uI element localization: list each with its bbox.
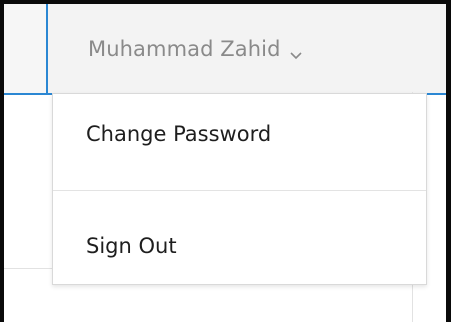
top-header-bar: Muhammad Zahid	[4, 4, 446, 95]
change-password-label: Change Password	[86, 122, 272, 146]
user-dropdown-menu: Change Password Sign Out	[52, 93, 427, 285]
sign-out-label: Sign Out	[86, 234, 177, 258]
header-left-pane	[4, 4, 46, 94]
sign-out-menu-item[interactable]: Sign Out	[53, 226, 426, 266]
header-divider	[46, 4, 48, 94]
chevron-down-icon	[289, 45, 303, 60]
change-password-menu-item[interactable]: Change Password	[53, 114, 426, 154]
user-menu-toggle[interactable]: Muhammad Zahid	[50, 4, 442, 94]
menu-divider	[53, 190, 426, 191]
window-frame-right	[446, 0, 451, 322]
user-name-label: Muhammad Zahid	[88, 37, 281, 61]
